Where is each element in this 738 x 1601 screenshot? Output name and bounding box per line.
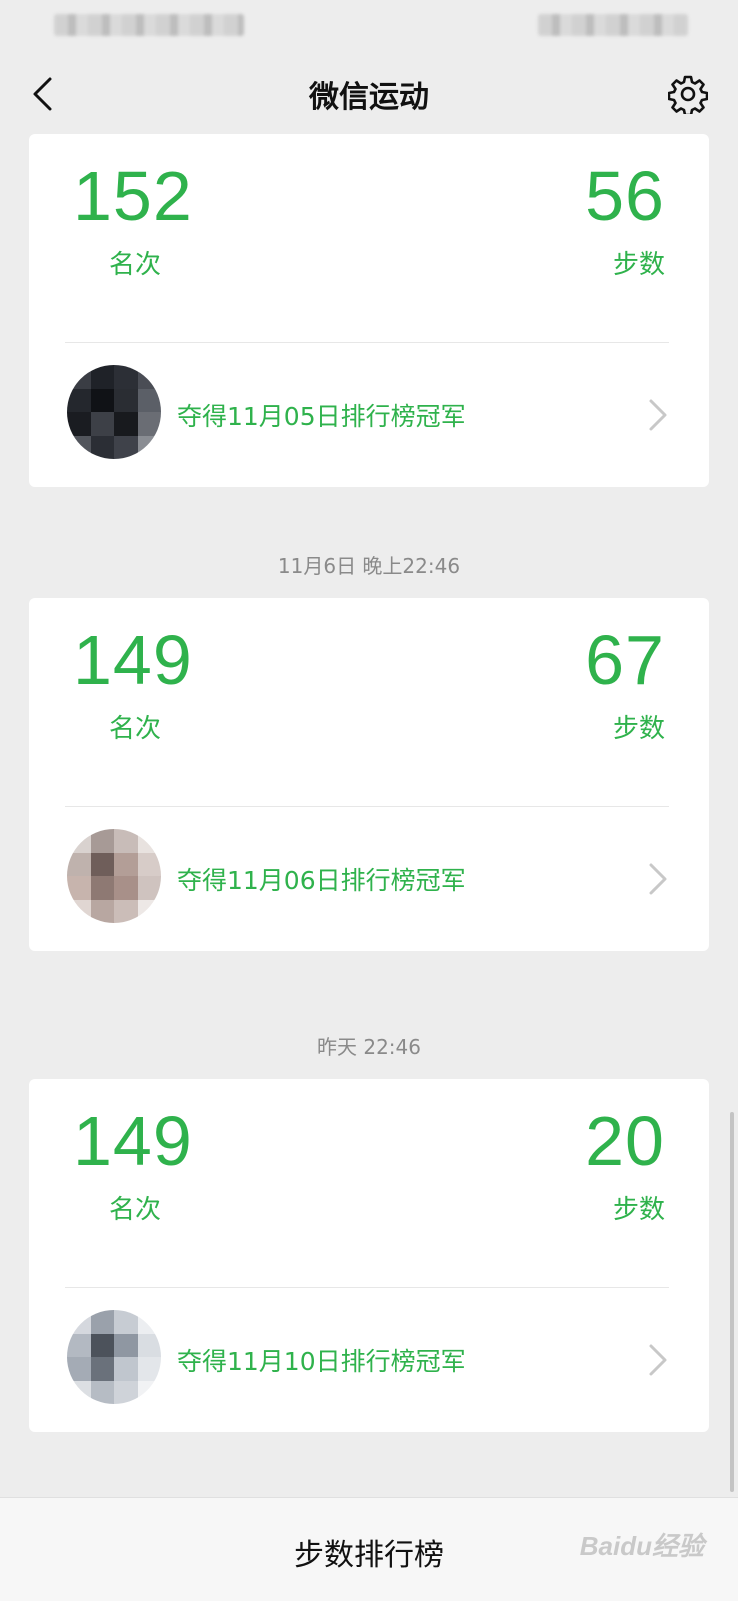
timestamp: 昨天 22:46: [317, 1035, 421, 1059]
steps-label: 步数: [612, 714, 665, 744]
avatar: [67, 1310, 161, 1404]
rank-value: 152: [73, 157, 193, 235]
champion-row[interactable]: 夺得11月05日排行榜冠军: [29, 343, 709, 487]
rank-value: 149: [73, 1102, 193, 1180]
status-bar-blurred-right: [538, 14, 688, 36]
timestamp: 11月6日 晚上22:46: [277, 554, 461, 578]
chevron-right-icon: [649, 863, 667, 895]
ranking-card: 149 名次 67 步数 夺得11月06日排行榜冠军: [29, 598, 709, 951]
page-title: 微信运动: [309, 80, 429, 115]
rank-label: 名次: [109, 714, 162, 744]
rank-label: 名次: [109, 250, 162, 280]
bottom-bar: 步数排行榜 Baidu经验: [0, 1497, 738, 1601]
champion-row[interactable]: 夺得11月10日排行榜冠军: [29, 1288, 709, 1432]
ranking-card: 149 名次 20 步数 夺得11月10日排行榜冠军: [29, 1079, 709, 1432]
steps-label: 步数: [612, 250, 665, 280]
card-stats: 152 名次 56 步数: [29, 134, 709, 344]
card-stats: 149 名次 67 步数: [29, 598, 709, 808]
champion-text: 夺得11月06日排行榜冠军: [177, 866, 466, 895]
chevron-right-icon: [649, 1344, 667, 1376]
avatar: [67, 829, 161, 923]
nav-bar: 微信运动: [0, 52, 738, 136]
settings-button[interactable]: [664, 70, 712, 118]
avatar: [67, 365, 161, 459]
chevron-right-icon: [649, 399, 667, 431]
steps-label: 步数: [612, 1195, 665, 1225]
steps-value: 67: [585, 621, 665, 699]
gear-icon: [668, 75, 708, 114]
rank-label: 名次: [109, 1195, 162, 1225]
scrollbar[interactable]: [730, 1112, 734, 1492]
steps-value: 20: [585, 1102, 665, 1180]
champion-text: 夺得11月10日排行榜冠军: [177, 1347, 466, 1376]
champion-row[interactable]: 夺得11月06日排行榜冠军: [29, 807, 709, 951]
card-stats: 149 名次 20 步数: [29, 1079, 709, 1289]
baidu-watermark: Baidu经验: [579, 1531, 704, 1561]
ranking-card: 152 名次 56 步数 夺得11月05日排行榜冠军: [29, 134, 709, 487]
status-bar-blurred-left: [54, 14, 244, 36]
steps-value: 56: [585, 157, 665, 235]
status-bar: [0, 0, 738, 52]
rank-value: 149: [73, 621, 193, 699]
champion-text: 夺得11月05日排行榜冠军: [177, 402, 466, 431]
